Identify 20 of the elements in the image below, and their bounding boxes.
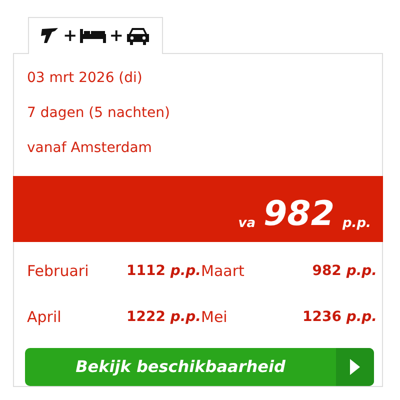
month-label: April — [27, 307, 62, 328]
month-label: Februari — [27, 261, 90, 282]
detail-text: vanaf Amsterdam — [27, 139, 153, 158]
price-unit: p.p. — [342, 215, 371, 234]
month-price: 982 p.p. — [311, 262, 377, 282]
month-price: 1236 p.p. — [301, 308, 377, 328]
plus-sign: + — [109, 26, 124, 46]
car-icon — [126, 27, 148, 45]
price-prefix: va — [238, 215, 256, 234]
detail-text: 7 dagen (5 nachten) — [27, 104, 171, 123]
price: 982 — [264, 195, 334, 234]
month-label: Mei — [201, 307, 228, 328]
plus-sign: + — [63, 26, 78, 46]
play-arrow-icon — [350, 359, 360, 376]
month-label: Maart — [201, 261, 246, 282]
bed-icon — [80, 29, 106, 43]
detail-text: 03 mrt 2026 (di) — [27, 69, 144, 88]
month-price: 1222 p.p. — [125, 308, 201, 328]
tab[interactable]: + + — [28, 17, 162, 54]
month-price: 1112 p.p. — [125, 262, 201, 282]
